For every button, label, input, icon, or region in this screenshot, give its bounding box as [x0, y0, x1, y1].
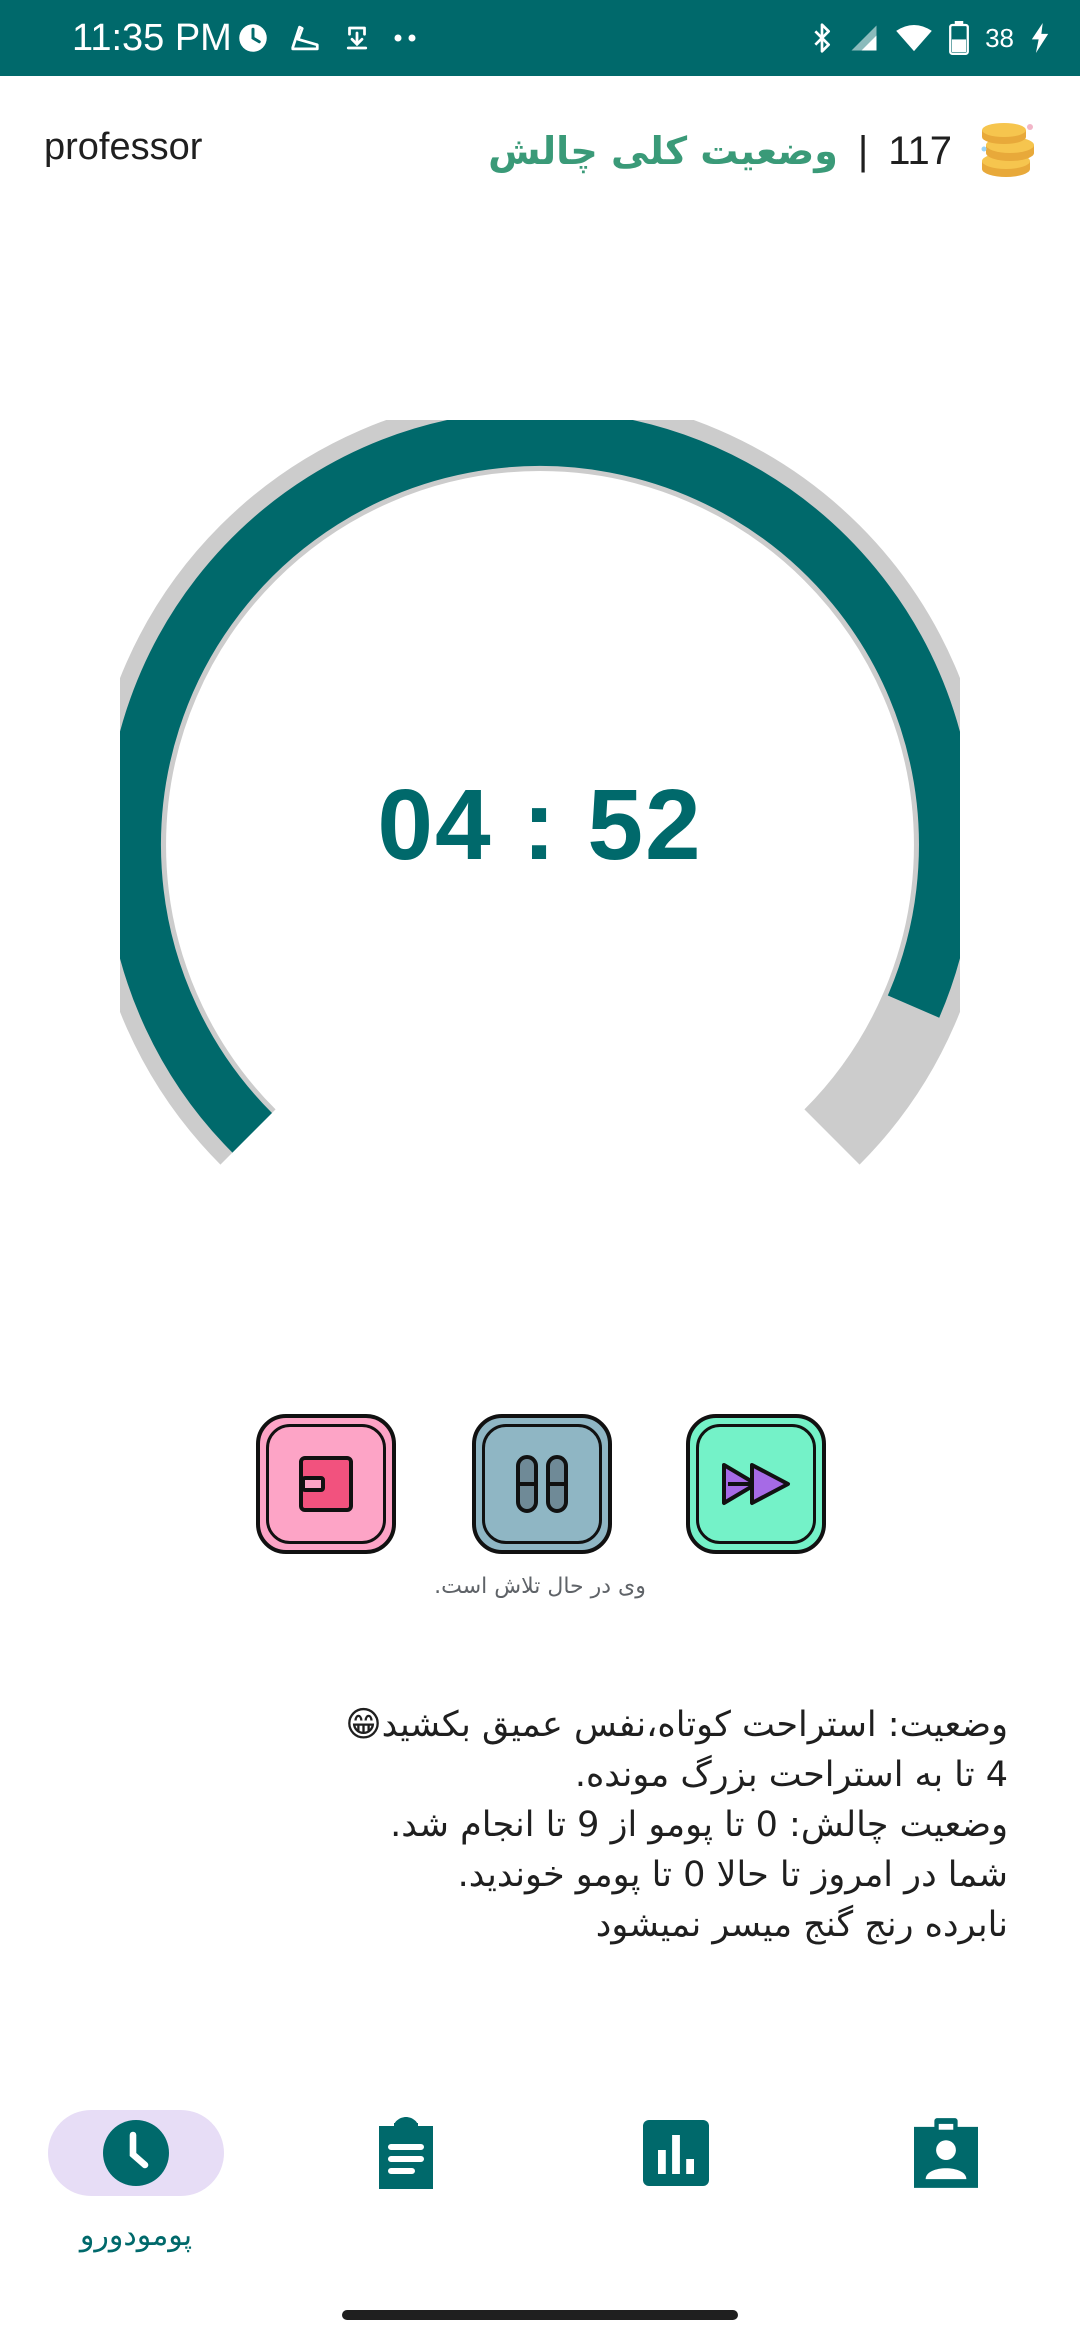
charging-icon: [1031, 23, 1049, 53]
nav-pill-profile: [858, 2110, 1034, 2196]
status-bar: 11:35 PM 38: [0, 0, 1080, 76]
pause-icon: [516, 1455, 568, 1513]
coins-icon: [981, 123, 1034, 177]
challenge-status-link[interactable]: وضعیت کلی چالش: [488, 129, 838, 173]
nav-item-tasks[interactable]: [316, 2110, 496, 2290]
clipboard-list-icon: [379, 2117, 433, 2189]
status-line-quote: نابرده رنج گنج میسر نمیشود: [595, 1905, 1008, 1945]
bottom-navigation: پومودورو: [0, 2090, 1080, 2290]
status-line-state: وضعیت: استراحت کوتاه،نفس عمیق بکشید😁: [345, 1705, 1008, 1745]
status-message: وضعیت: استراحت کوتاه،نفس عمیق بکشید😁 4 ت…: [168, 1700, 1008, 1950]
clock-icon: [103, 2120, 169, 2186]
nav-pill-tasks: [318, 2110, 494, 2196]
stop-button[interactable]: [256, 1414, 396, 1554]
nav-active-indicator: [48, 2110, 224, 2196]
shoe-icon: [291, 25, 319, 51]
status-line-long-break: 4 تا به استراحت بزرگ مونده.: [574, 1755, 1008, 1795]
control-buttons: [0, 1414, 1080, 1556]
app-title: professor: [44, 126, 203, 168]
nav-label-pomodoro: پومودورو: [79, 2218, 193, 2253]
status-time: 11:35 PM: [72, 17, 232, 59]
battery-percentage: 38: [985, 22, 1014, 53]
clock-icon: [239, 24, 267, 52]
status-line-today: شما در امروز تا حالا 0 تا پومو خوندید.: [457, 1855, 1008, 1895]
nav-pill-statistics: [588, 2110, 764, 2196]
nav-item-profile[interactable]: [856, 2110, 1036, 2290]
cloud-download-icon: [346, 26, 368, 50]
timer-display: 04 : 52: [377, 769, 703, 881]
fast-forward-icon: [722, 1463, 790, 1505]
profile-badge-icon: [914, 2118, 978, 2188]
home-indicator[interactable]: [342, 2310, 738, 2320]
stop-icon: [299, 1456, 353, 1512]
wifi-icon: [896, 24, 932, 52]
status-line-challenge: وضعیت چالش: 0 تا پومو از 9 تا انجام شد.: [390, 1805, 1008, 1845]
bar-chart-icon: [643, 2120, 709, 2186]
status-left-icons: [238, 16, 418, 60]
battery-icon: [949, 21, 969, 55]
more-dots-icon: [394, 34, 416, 42]
nav-item-statistics[interactable]: [586, 2110, 766, 2290]
cell-signal-icon: [851, 25, 877, 51]
header-separator: |: [857, 128, 869, 173]
coin-count: 117: [888, 128, 952, 173]
nav-item-pomodoro[interactable]: پومودورو: [46, 2110, 226, 2290]
status-caption: وی در حال تلاش است.: [434, 1574, 646, 1599]
bluetooth-icon: [814, 23, 831, 53]
pause-button[interactable]: [472, 1414, 612, 1554]
header-right: وضعیت کلی چالش | 117: [488, 116, 1040, 186]
status-right-icons: 38: [811, 16, 1050, 60]
skip-button[interactable]: [686, 1414, 826, 1554]
